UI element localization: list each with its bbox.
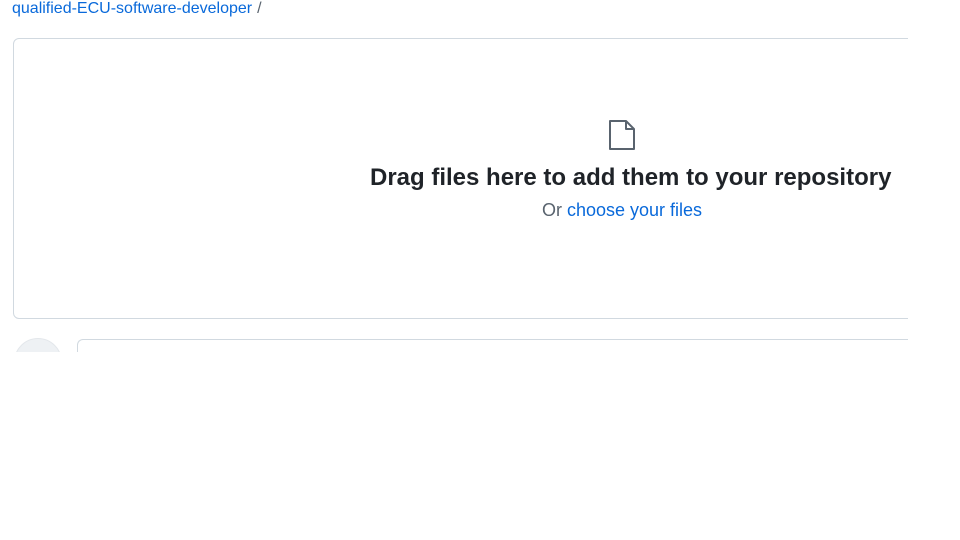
- repo-link[interactable]: qualified-ECU-software-developer: [12, 0, 252, 17]
- breadcrumb: qualified-ECU-software-developer /: [12, 0, 262, 18]
- commit-form-box: [77, 339, 938, 352]
- drop-zone-or-label: Or: [541, 200, 562, 220]
- drop-zone-content: Drag files here to add them to your repo…: [370, 119, 892, 221]
- page-right-edge: [908, 0, 960, 540]
- avatar: [14, 338, 62, 352]
- breadcrumb-separator: /: [257, 0, 262, 17]
- drop-zone-subtitle: Or choose your files: [370, 199, 874, 221]
- drop-zone-title: Drag files here to add them to your repo…: [370, 164, 892, 191]
- file-drop-zone[interactable]: Drag files here to add them to your repo…: [13, 38, 935, 319]
- choose-files-link[interactable]: choose your files: [567, 200, 702, 220]
- file-icon: [609, 120, 635, 150]
